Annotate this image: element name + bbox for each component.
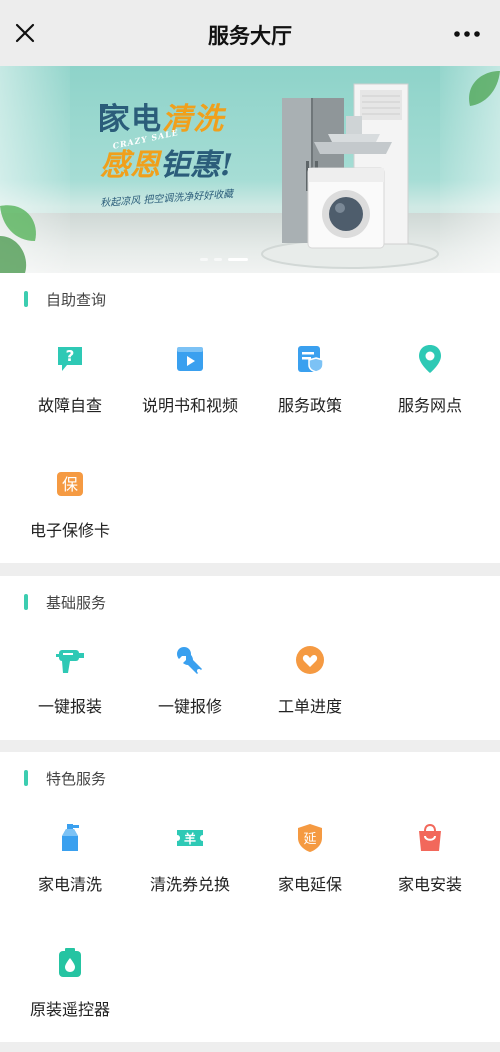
coupon-exchange-button[interactable]: 羊 清洗券兑换 [130, 822, 250, 912]
extend-shield-icon-text: 延 [303, 832, 316, 847]
banner-line2-a: 感恩 [100, 148, 160, 183]
coupon-icon-text: 羊 [184, 831, 196, 846]
section-accent-bar [24, 291, 28, 307]
banner-dot-active[interactable] [228, 258, 248, 261]
order-progress-button[interactable]: 工单进度 [250, 644, 370, 734]
shopping-bag-icon [419, 823, 441, 851]
extend-shield-icon: 延 [298, 824, 322, 852]
item-label: 家电安装 [397, 875, 462, 894]
item-label: 电子保修卡 [29, 521, 110, 540]
warranty-card-icon-text: 保 [62, 475, 78, 494]
svg-text:?: ? [66, 347, 75, 365]
item-label: 服务政策 [277, 396, 342, 415]
more-icon[interactable] [452, 22, 482, 46]
original-remote-button[interactable]: 原装遥控器 [10, 947, 130, 1037]
item-label: 家电延保 [277, 875, 342, 894]
page-title: 服务大厅 [208, 24, 292, 48]
warranty-card-icon: 保 [57, 472, 83, 496]
appliance-install-button[interactable]: 家电安装 [370, 822, 490, 912]
leaf-decoration-icon [0, 205, 36, 273]
section-self-service: 自助查询 ? 故障自查 说明书和视频 服务政策 服务网点 保 电子保修卡 [0, 273, 500, 563]
item-label: 故障自查 [37, 396, 102, 415]
extended-warranty-button[interactable]: 延 家电延保 [250, 822, 370, 912]
fault-check-button[interactable]: ? 故障自查 [10, 343, 130, 433]
appliance-cleaning-button[interactable]: 家电清洗 [10, 822, 130, 912]
section-title: 基础服务 [46, 594, 107, 612]
drill-icon [56, 650, 84, 673]
appliances-illustration [261, 83, 439, 269]
promo-banner[interactable]: 家电清洗 CRAZY SALE 感恩钜惠! 秋起凉风 把空调洗净好好收藏 [0, 66, 500, 273]
section-title: 自助查询 [46, 291, 107, 309]
repair-request-button[interactable]: 一键报修 [130, 644, 250, 734]
item-label: 一键报装 [37, 697, 102, 716]
coupon-icon: 羊 [177, 830, 203, 846]
leaf-decoration-right-icon [469, 71, 500, 106]
item-label: 服务网点 [397, 396, 462, 415]
location-pin-icon [419, 345, 441, 373]
section-accent-bar [24, 770, 28, 786]
spray-bottle-icon [62, 824, 79, 851]
banner-dot[interactable] [200, 258, 208, 261]
remote-icon [59, 948, 81, 977]
item-label: 清洗券兑换 [149, 875, 230, 894]
section-title: 特色服务 [46, 770, 107, 788]
warranty-card-button[interactable]: 保 电子保修卡 [10, 468, 130, 558]
item-label: 原装遥控器 [29, 1000, 110, 1019]
manual-video-button[interactable]: 说明书和视频 [130, 343, 250, 433]
service-policy-button[interactable]: 服务政策 [250, 343, 370, 433]
policy-shield-icon [298, 346, 324, 373]
nav-bar: 服务大厅 [0, 0, 500, 66]
banner-pagination [200, 258, 248, 261]
item-label: 一键报修 [157, 697, 222, 716]
heart-circle-icon [296, 646, 324, 674]
section-accent-bar [24, 594, 28, 610]
banner-line2-b: 钜惠! [160, 148, 234, 183]
section-basic-service: 基础服务 一键报装 一键报修 工单进度 [0, 576, 500, 740]
install-request-button[interactable]: 一键报装 [10, 644, 130, 734]
service-outlet-button[interactable]: 服务网点 [370, 343, 490, 433]
wrench-icon [177, 647, 202, 674]
item-label: 家电清洗 [37, 875, 102, 894]
item-label: 工单进度 [277, 697, 342, 716]
section-featured-service: 特色服务 家电清洗 羊 清洗券兑换 延 家电延保 家电安装 原装遥控器 [0, 752, 500, 1042]
video-icon [177, 347, 203, 371]
banner-dot[interactable] [214, 258, 222, 261]
question-bubble-icon: ? [58, 347, 82, 371]
item-label: 说明书和视频 [141, 396, 238, 415]
